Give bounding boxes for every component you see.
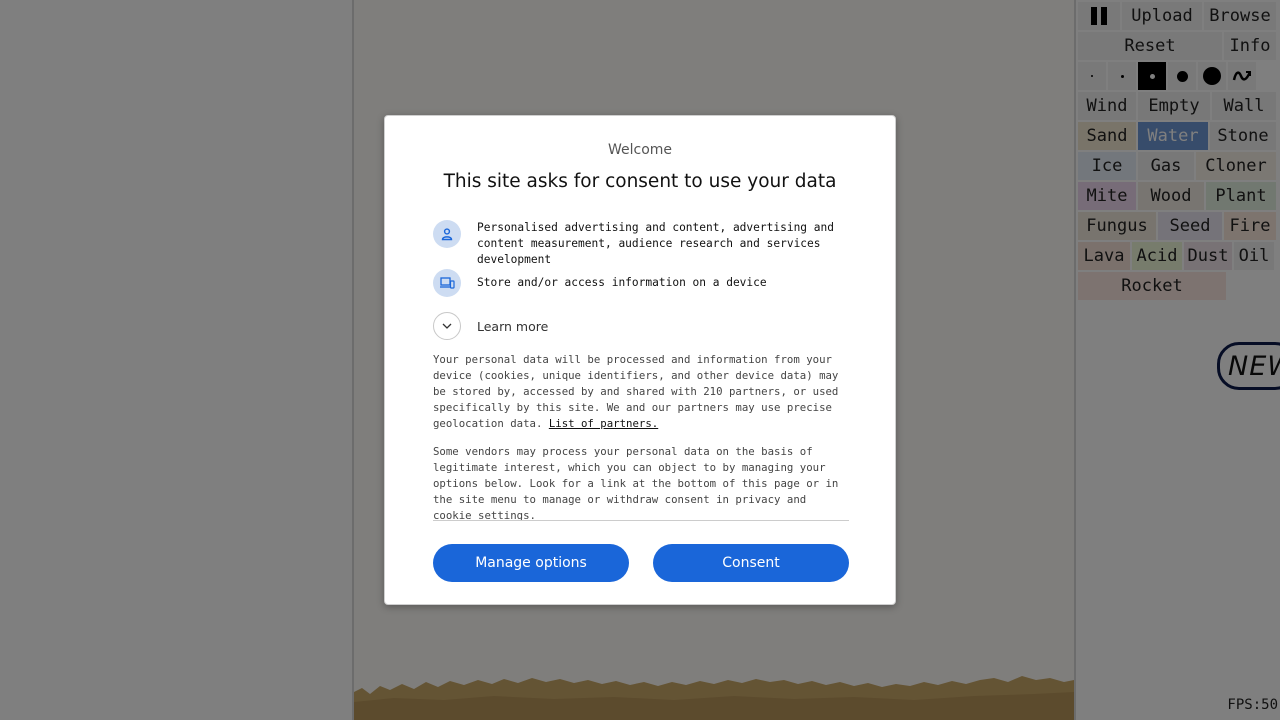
dialog-heading: This site asks for consent to use your d… (443, 171, 837, 192)
learn-more-label: Learn more (477, 318, 549, 334)
manage-options-button[interactable]: Manage options (433, 544, 629, 582)
purpose-text: Store and/or access information on a dev… (477, 276, 767, 289)
purpose-item: Personalised advertising and content, ad… (433, 220, 849, 268)
purpose-text: Personalised advertising and content, ad… (477, 221, 834, 266)
list-of-partners-link[interactable]: List of partners. (549, 417, 658, 430)
learn-more-toggle[interactable]: Learn more (433, 312, 548, 340)
data-processing-text: Your personal data will be processed and… (433, 352, 849, 432)
chevron-down-icon (433, 312, 461, 340)
divider (433, 520, 849, 521)
consent-dialog: Welcome This site asks for consent to us… (384, 115, 896, 605)
devices-icon (433, 269, 461, 297)
dialog-welcome: Welcome (607, 142, 673, 158)
person-icon (433, 220, 461, 248)
consent-button[interactable]: Consent (653, 544, 849, 582)
legitimate-interest-text: Some vendors may process your personal d… (433, 445, 839, 522)
purpose-item: Store and/or access information on a dev… (433, 269, 849, 297)
